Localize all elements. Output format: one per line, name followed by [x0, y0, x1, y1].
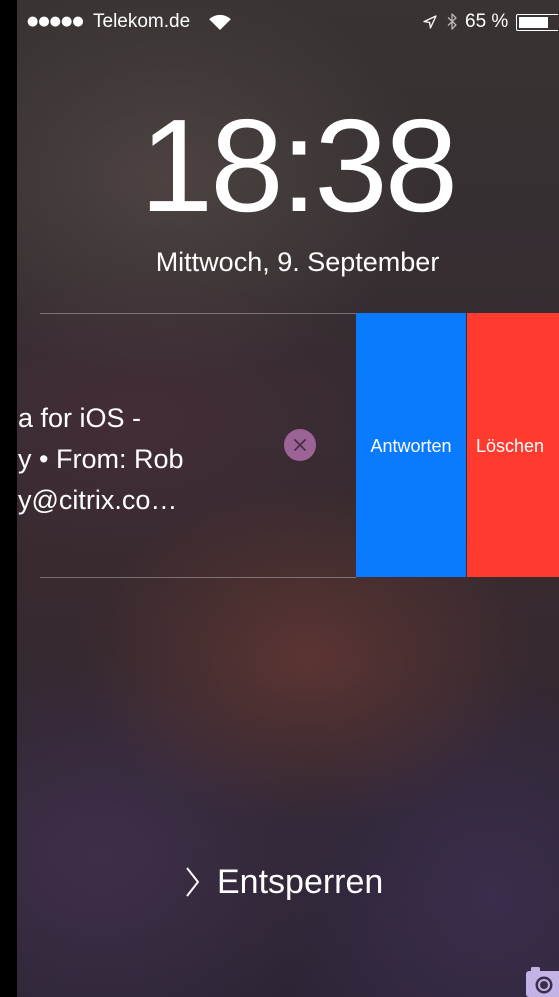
- bluetooth-icon: [447, 13, 457, 30]
- carrier-name: Telekom.de: [93, 11, 191, 32]
- chevron-right-icon: [186, 867, 199, 897]
- notification-line: y • From: Rob: [18, 444, 184, 474]
- lock-date: Mittwoch, 9. September: [155, 247, 440, 277]
- unlock-label: Entsperren: [217, 863, 384, 901]
- notification-body[interactable]: a for iOS - y • From: Rob y@citrix.co…: [18, 398, 268, 521]
- unlock-slider[interactable]: Entsperren: [180, 860, 400, 904]
- notification-line: a for iOS -: [18, 403, 142, 433]
- notification-top-divider: [40, 313, 356, 314]
- reply-button-label: Antworten: [370, 436, 452, 456]
- notification-line: y@citrix.co…: [18, 485, 178, 515]
- lock-time: 18:38: [139, 92, 458, 239]
- battery-icon: [516, 14, 558, 31]
- delete-button[interactable]: Löschen: [467, 313, 559, 577]
- notification-close-button[interactable]: [284, 429, 316, 461]
- reply-button[interactable]: Antworten: [356, 313, 466, 577]
- notification-bottom-divider: [40, 577, 356, 578]
- left-edge-strip: [0, 0, 17, 997]
- camera-icon[interactable]: [525, 958, 559, 997]
- delete-button-label: Löschen: [476, 436, 545, 456]
- wifi-icon: [209, 14, 231, 30]
- battery-level-fill: [519, 17, 548, 28]
- lock-screen: ●●●●● Telekom.de 65 % 18:38 Mittwoch, 9.…: [0, 0, 559, 997]
- location-arrow-icon: [423, 15, 437, 29]
- signal-strength-dots: ●●●●●: [27, 14, 84, 29]
- battery-percentage: 65 %: [465, 11, 509, 32]
